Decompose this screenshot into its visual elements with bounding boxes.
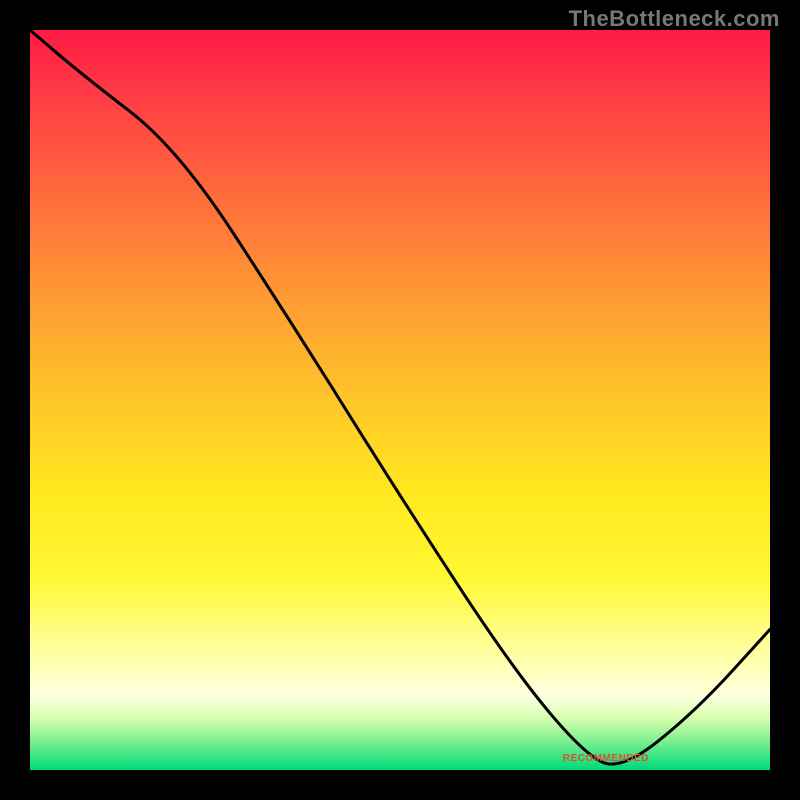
chart-plot-area: RECOMMENDED [30,30,770,770]
recommended-label: RECOMMENDED [563,753,649,764]
watermark-text: TheBottleneck.com [569,6,780,32]
bottleneck-curve-line [30,30,770,764]
bottleneck-curve-svg [30,30,770,770]
